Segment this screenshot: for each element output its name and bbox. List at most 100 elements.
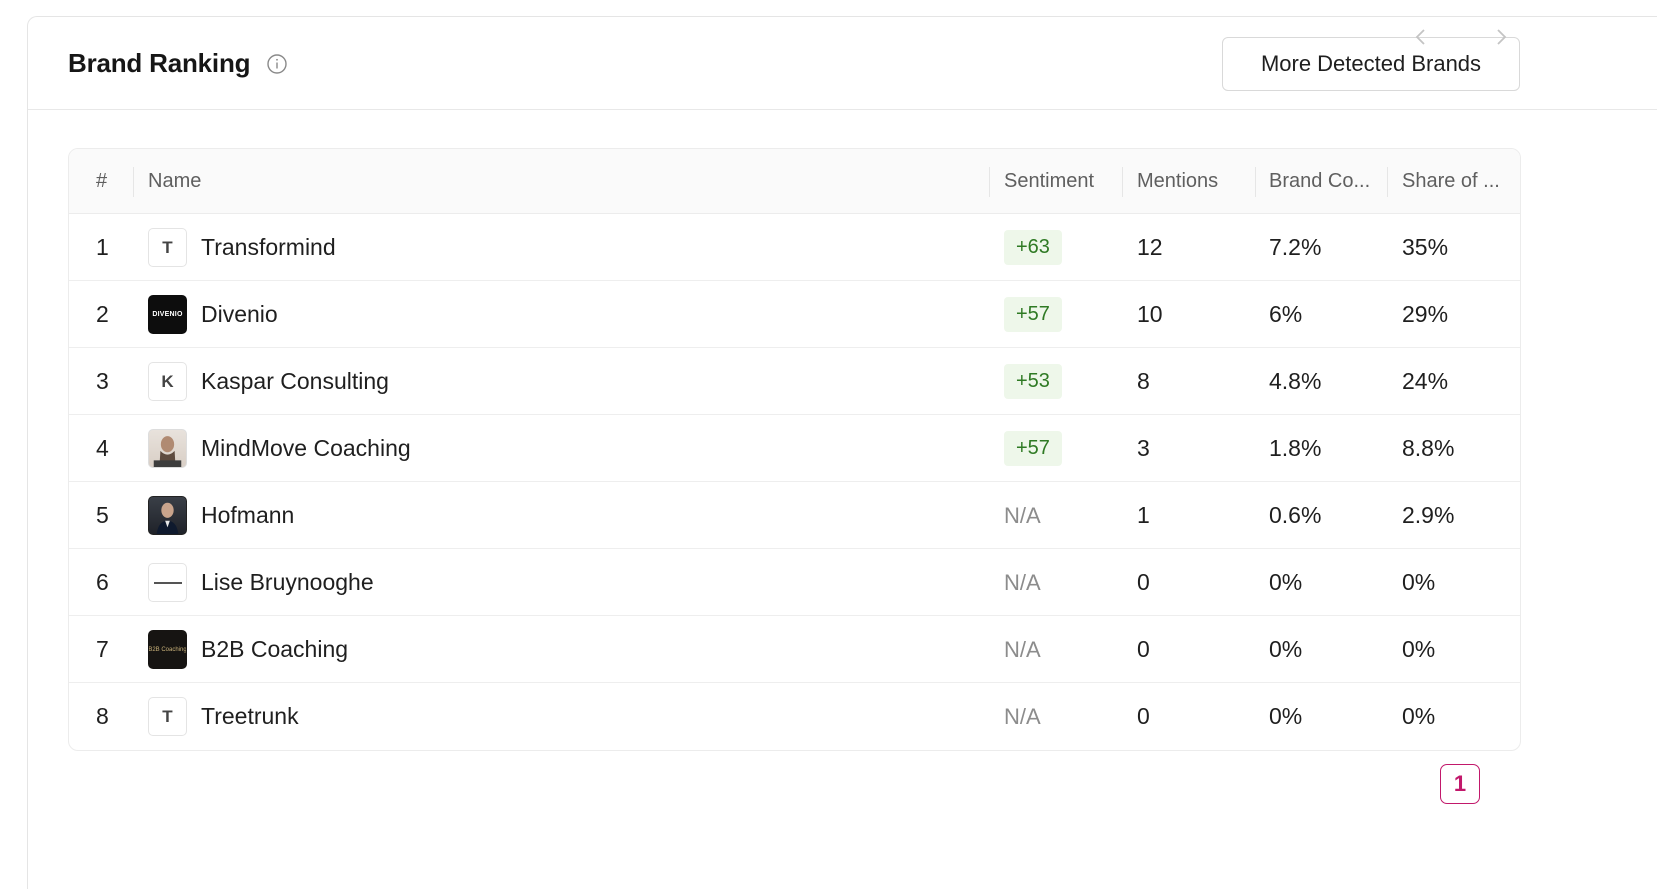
sentiment-na: N/A: [1004, 569, 1041, 595]
column-divider[interactable]: [1122, 167, 1123, 197]
brand-name: Hofmann: [201, 502, 295, 528]
brand-logo: DIVENIO: [148, 295, 187, 334]
mentions-cell: 0: [1137, 636, 1150, 662]
rank-cell: 7: [96, 636, 109, 662]
brand-logo: T: [148, 697, 187, 736]
sentiment-badge: +57: [1004, 297, 1062, 332]
brand-logo: K: [148, 362, 187, 401]
logo-cell: DIVENIO: [148, 281, 187, 348]
sentiment-na: N/A: [1004, 502, 1041, 528]
column-header-rank[interactable]: #: [96, 149, 107, 214]
column-divider[interactable]: [1387, 167, 1388, 197]
rank-cell: 2: [96, 301, 109, 327]
logo-cell: [148, 482, 187, 549]
info-circle-icon[interactable]: [266, 53, 288, 75]
more-detected-brands-button[interactable]: More Detected Brands: [1222, 37, 1520, 91]
share-cell: 0%: [1402, 703, 1436, 729]
sentiment-cell: N/A: [1004, 616, 1041, 683]
rank-cell: 5: [96, 502, 109, 528]
pagination-prev-button[interactable]: [1403, 17, 1439, 57]
mentions-cell: 8: [1137, 368, 1150, 394]
brand-name: Transformind: [201, 234, 336, 260]
pagination-next-button[interactable]: [1483, 17, 1519, 57]
logo-cell: [148, 415, 187, 482]
brand-name: MindMove Coaching: [201, 435, 411, 461]
brand-coverage-cell: 0%: [1269, 703, 1303, 729]
table-row[interactable]: 8 T Treetrunk N/A 0 0% 0%: [69, 683, 1520, 750]
table-row[interactable]: 5 Hofmann N/A 1 0.6% 2.9%: [69, 482, 1520, 549]
chevron-right-icon: [1497, 29, 1507, 45]
brand-logo: T: [148, 228, 187, 267]
brand-name: Kaspar Consulting: [201, 368, 389, 394]
logo-cell: T: [148, 214, 187, 281]
table-row[interactable]: 7 B2B Coaching B2B Coaching N/A 0 0% 0%: [69, 616, 1520, 683]
logo-cell: T: [148, 683, 187, 750]
brand-logo: [148, 563, 187, 602]
sentiment-badge: +63: [1004, 230, 1062, 265]
share-cell: 29%: [1402, 301, 1449, 327]
page-title: Brand Ranking: [68, 48, 251, 78]
rank-cell: 1: [96, 234, 109, 260]
sentiment-badge: +53: [1004, 364, 1062, 399]
brand-ranking-card: Brand Ranking More Detected Brands # Nam…: [27, 16, 1657, 889]
column-header-sentiment[interactable]: Sentiment: [1004, 149, 1094, 214]
brand-logo: B2B Coaching: [148, 630, 187, 669]
brand-coverage-cell: 7.2%: [1269, 234, 1322, 260]
share-cell: 24%: [1402, 368, 1449, 394]
mentions-cell: 1: [1137, 502, 1150, 528]
brand-coverage-cell: 0%: [1269, 569, 1303, 595]
share-cell: 0%: [1402, 636, 1436, 662]
logo-cell: B2B Coaching: [148, 616, 187, 683]
share-cell: 35%: [1402, 234, 1449, 260]
brand-name: B2B Coaching: [201, 636, 349, 662]
brand-ranking-table: # Name Sentiment Mentions Brand Co... Sh…: [68, 148, 1521, 751]
sentiment-cell: +57: [1004, 415, 1062, 482]
sentiment-cell: +57: [1004, 281, 1062, 348]
column-header-name[interactable]: Name: [148, 149, 201, 214]
table-row[interactable]: 3 K Kaspar Consulting +53 8 4.8% 24%: [69, 348, 1520, 415]
brand-coverage-cell: 0.6%: [1269, 502, 1322, 528]
mentions-cell: 0: [1137, 569, 1150, 595]
table-row[interactable]: 6 Lise Bruynooghe N/A 0 0% 0%: [69, 549, 1520, 616]
column-header-share[interactable]: Share of ...: [1402, 149, 1500, 214]
column-divider[interactable]: [1255, 167, 1256, 197]
brand-name: Lise Bruynooghe: [201, 569, 374, 595]
brand-name: Divenio: [201, 301, 278, 327]
column-divider[interactable]: [989, 167, 990, 197]
sentiment-cell: N/A: [1004, 549, 1041, 616]
logo-cell: [148, 549, 187, 616]
chevron-left-icon: [1415, 29, 1425, 45]
logo-cell: K: [148, 348, 187, 415]
sentiment-cell: N/A: [1004, 683, 1041, 750]
share-cell: 8.8%: [1402, 435, 1455, 461]
sentiment-na: N/A: [1004, 703, 1041, 729]
rank-cell: 8: [96, 703, 109, 729]
table-row[interactable]: 1 T Transformind +63 12 7.2% 35%: [69, 214, 1520, 281]
rank-cell: 3: [96, 368, 109, 394]
table-header: # Name Sentiment Mentions Brand Co... Sh…: [69, 149, 1520, 214]
pagination-page-1[interactable]: 1: [1440, 764, 1480, 804]
brand-coverage-cell: 6%: [1269, 301, 1303, 327]
column-divider[interactable]: [133, 167, 134, 197]
mentions-cell: 10: [1137, 301, 1163, 327]
brand-coverage-cell: 0%: [1269, 636, 1303, 662]
brand-coverage-cell: 1.8%: [1269, 435, 1322, 461]
sentiment-na: N/A: [1004, 636, 1041, 662]
brand-coverage-cell: 4.8%: [1269, 368, 1322, 394]
table-row[interactable]: 4 MindMove Coaching +57 3 1.8% 8.8%: [69, 415, 1520, 482]
mentions-cell: 0: [1137, 703, 1150, 729]
sentiment-cell: N/A: [1004, 482, 1041, 549]
rank-cell: 6: [96, 569, 109, 595]
share-cell: 0%: [1402, 569, 1436, 595]
sentiment-cell: +53: [1004, 348, 1062, 415]
logo-wordmark: [153, 581, 182, 584]
column-header-mentions[interactable]: Mentions: [1137, 149, 1218, 214]
brand-name: Treetrunk: [201, 703, 299, 729]
mentions-cell: 3: [1137, 435, 1150, 461]
sentiment-cell: +63: [1004, 214, 1062, 281]
column-header-brand-coverage[interactable]: Brand Co...: [1269, 149, 1370, 214]
table-row[interactable]: 2 DIVENIO Divenio +57 10 6% 29%: [69, 281, 1520, 348]
avatar: [148, 429, 187, 468]
sentiment-badge: +57: [1004, 431, 1062, 466]
avatar: [148, 496, 187, 535]
